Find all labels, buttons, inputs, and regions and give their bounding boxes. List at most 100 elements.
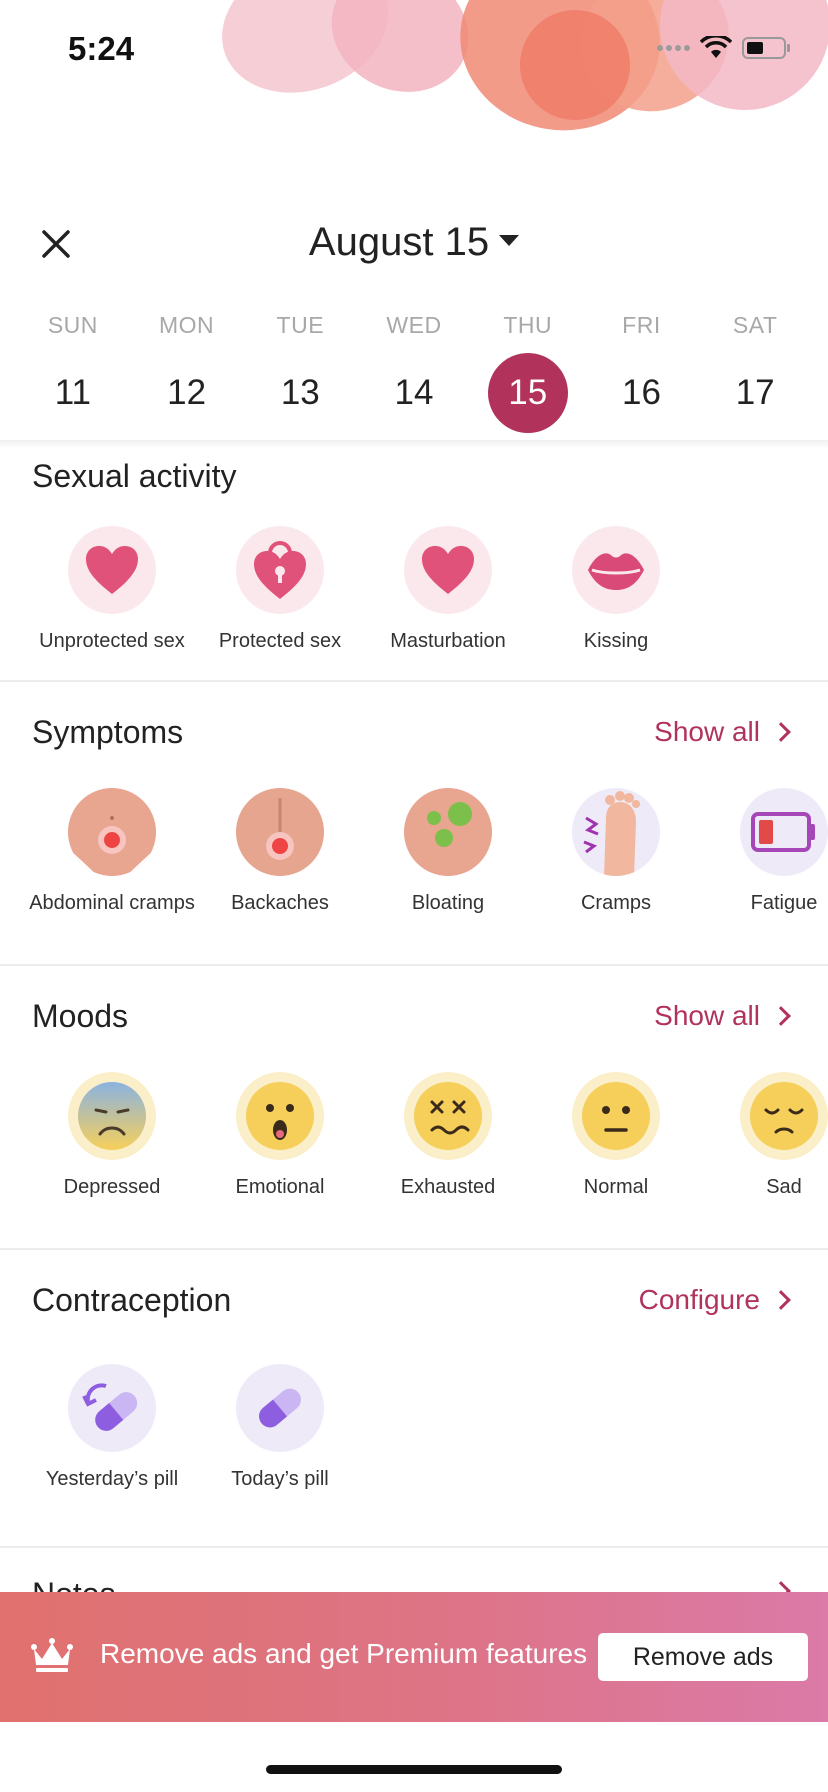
option-abdominal-cramps[interactable]: Abdominal cramps <box>28 788 196 915</box>
option-sad[interactable]: Sad <box>700 1072 828 1199</box>
option-exhausted[interactable]: Exhausted <box>364 1072 532 1199</box>
option-yesterdays-pill[interactable]: Yesterday’s pill <box>28 1364 196 1491</box>
chevron-right-icon <box>771 722 791 742</box>
option-circle <box>404 526 492 614</box>
option-circle <box>68 1072 156 1160</box>
premium-ad-banner[interactable]: Remove ads and get Premium features Remo… <box>0 1592 828 1722</box>
sexual-activity-section: Sexual activity Unprotected sex Protecte… <box>0 448 828 680</box>
battery-icon <box>742 37 790 59</box>
option-label: Protected sex <box>218 630 342 652</box>
crown-icon <box>31 1638 73 1672</box>
option-unprotected-sex[interactable]: Unprotected sex <box>28 526 196 653</box>
option-label: Masturbation <box>390 630 506 652</box>
option-label: Today’s pill <box>231 1468 329 1490</box>
day-sun[interactable]: SUN 11 <box>16 312 130 433</box>
pill-undo-icon <box>82 1383 138 1431</box>
day-name: WED <box>386 312 442 338</box>
option-circle <box>68 526 156 614</box>
chevron-right-icon <box>771 1290 791 1310</box>
show-all-label: Show all <box>654 716 760 747</box>
status-icons <box>657 36 792 60</box>
option-circle <box>236 526 324 614</box>
status-bar: 5:24 <box>0 0 828 100</box>
option-label: Kissing <box>583 630 649 652</box>
option-depressed[interactable]: Depressed <box>28 1072 196 1199</box>
day-mon[interactable]: MON 12 <box>130 312 244 433</box>
notes-section[interactable]: Notes <box>0 1548 828 1592</box>
option-bloating[interactable]: Bloating <box>364 788 532 915</box>
day-name: THU <box>503 312 553 338</box>
contraception-configure-link[interactable]: Configure <box>638 1284 791 1316</box>
option-label: Unprotected sex <box>39 630 185 652</box>
bloating-icon <box>404 788 492 876</box>
foot-cramp-icon <box>583 791 640 876</box>
option-todays-pill[interactable]: Today’s pill <box>196 1364 364 1491</box>
option-label: Exhausted <box>400 1176 496 1198</box>
option-masturbation[interactable]: Masturbation <box>364 526 532 653</box>
symptoms-items: Abdominal cramps Backaches Bloating Cram… <box>28 788 828 915</box>
option-protected-sex[interactable]: Protected sex <box>196 526 364 653</box>
caret-down-icon <box>499 234 520 246</box>
notes-link[interactable] <box>771 1581 791 1592</box>
option-cramps[interactable]: Cramps <box>532 788 700 915</box>
contraception-title: Contraception <box>32 1282 232 1318</box>
heart-icon <box>422 546 474 594</box>
option-label: Yesterday’s pill <box>45 1468 179 1490</box>
option-circle <box>68 1364 156 1452</box>
day-number: 16 <box>621 373 661 412</box>
option-kissing[interactable]: Kissing <box>532 526 700 653</box>
day-tue[interactable]: TUE 13 <box>243 312 357 433</box>
week-strip-shadow <box>0 440 828 448</box>
surprised-face-icon <box>246 1082 314 1150</box>
abdomen-pain-icon <box>68 788 156 876</box>
day-number: 12 <box>167 373 207 412</box>
option-circle <box>572 1072 660 1160</box>
symptoms-section: Symptoms Show all Abdominal cramps Backa… <box>0 682 828 964</box>
back-pain-icon <box>236 788 324 876</box>
day-name: MON <box>158 312 215 338</box>
option-label: Abdominal cramps <box>29 892 195 914</box>
option-backaches[interactable]: Backaches <box>196 788 364 915</box>
configure-label: Configure <box>638 1284 760 1315</box>
date-title: August 15 <box>308 220 490 264</box>
option-label: Normal <box>583 1176 649 1198</box>
heart-icon <box>86 546 138 594</box>
moods-title: Moods <box>32 998 129 1034</box>
day-number: 13 <box>280 373 320 412</box>
option-label: Fatigue <box>750 892 818 914</box>
option-label: Bloating <box>411 892 485 914</box>
wifi-icon <box>700 36 732 58</box>
screen: 5:24 August 15 SUN 11 MON 12 TUE 13 WED 14 <box>0 0 828 1792</box>
option-label: Backaches <box>231 892 329 914</box>
day-sat[interactable]: SAT 17 <box>698 312 812 433</box>
symptoms-show-all-link[interactable]: Show all <box>654 716 791 748</box>
sad-face-icon <box>750 1082 818 1150</box>
option-fatigue[interactable]: Fatigue <box>700 788 828 915</box>
option-circle <box>404 788 492 876</box>
option-circle <box>236 788 324 876</box>
heart-lock-icon <box>254 541 306 599</box>
day-name: SUN <box>47 312 98 338</box>
day-name: SAT <box>732 312 778 338</box>
chevron-right-icon <box>771 1006 791 1026</box>
day-fri[interactable]: FRI 16 <box>585 312 699 433</box>
day-name: TUE <box>276 312 325 338</box>
option-circle <box>236 1364 324 1452</box>
moods-section: Moods Show all Depressed Emotional Exhau… <box>0 966 828 1248</box>
exhausted-face-icon <box>414 1082 482 1150</box>
day-wed[interactable]: WED 14 <box>357 312 471 433</box>
remove-ads-button[interactable]: Remove ads <box>598 1633 808 1681</box>
neutral-face-icon <box>582 1082 650 1150</box>
home-indicator[interactable] <box>266 1765 562 1774</box>
option-label: Sad <box>766 1176 802 1198</box>
option-emotional[interactable]: Emotional <box>196 1072 364 1199</box>
date-picker-button[interactable]: August 15 <box>0 220 828 265</box>
day-thu-selected[interactable]: THU 15 <box>471 312 585 433</box>
option-circle <box>236 1072 324 1160</box>
low-battery-icon <box>751 812 815 852</box>
contraception-items: Yesterday’s pill Today’s pill <box>28 1364 364 1491</box>
option-normal[interactable]: Normal <box>532 1072 700 1199</box>
moods-show-all-link[interactable]: Show all <box>654 1000 791 1032</box>
pill-icon <box>259 1388 301 1428</box>
day-number: 17 <box>735 373 775 412</box>
